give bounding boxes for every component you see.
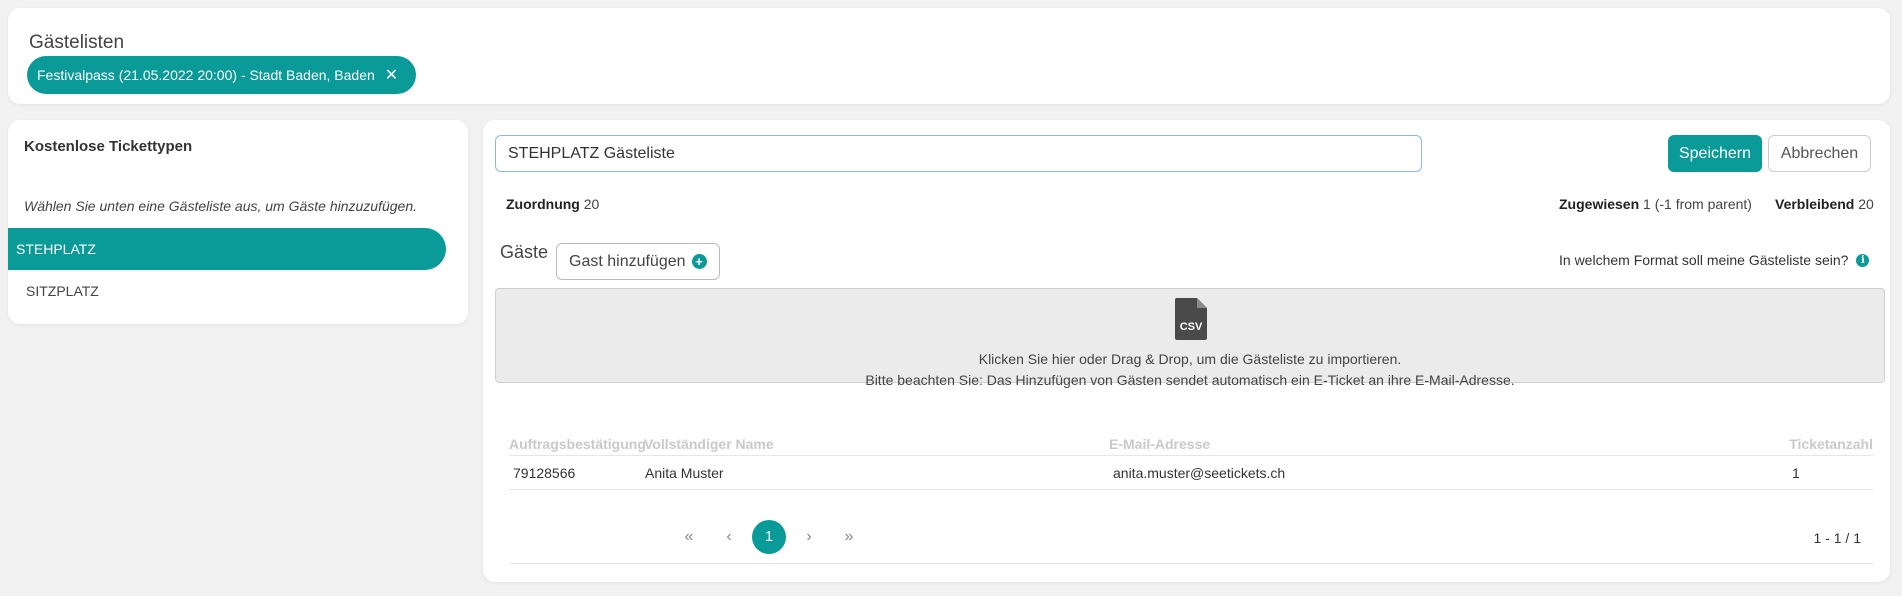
ticket-type-list: STEHPLATZ SITZPLATZ	[8, 228, 446, 312]
dropzone-instruction: Klicken Sie hier oder Drag & Drop, um di…	[978, 351, 1402, 367]
plus-circle-icon: +	[691, 254, 707, 269]
csv-dropzone[interactable]: CSV Klicken Sie hier oder Drag & Drop, u…	[495, 288, 1885, 388]
column-header-ticket-count[interactable]: Ticketanzahl	[1789, 436, 1873, 452]
close-icon[interactable]: ✕	[385, 65, 398, 85]
remaining-label: Verbleibend	[1775, 196, 1855, 212]
guest-table: Auftragsbestätigung Vollständiger Name E…	[509, 432, 1873, 490]
format-help-link[interactable]: In welchem Format soll meine Gästeliste …	[1559, 252, 1870, 268]
guests-heading: Gäste	[500, 242, 549, 262]
guest-list-editor: Speichern Abbrechen Zuordnung 20 Zugewie…	[483, 120, 1890, 582]
allocation-value: 20	[583, 196, 600, 212]
column-header-order[interactable]: Auftragsbestätigung	[509, 436, 646, 452]
table-header-row: Auftragsbestätigung Vollständiger Name E…	[509, 432, 1873, 456]
allocation-stat: Zuordnung 20	[506, 196, 599, 212]
event-filter-chip[interactable]: Festivalpass (21.05.2022 20:00) - Stadt …	[27, 56, 417, 94]
csv-file-icon: CSV	[1175, 298, 1207, 340]
cell-full-name: Anita Muster	[645, 464, 724, 481]
cell-order-number: 79128566	[513, 464, 576, 481]
cell-email: anita.muster@seetickets.ch	[1113, 464, 1286, 481]
cell-ticket-count: 1	[1792, 464, 1800, 481]
header-card: Gästelisten Festivalpass (21.05.2022 20:…	[8, 8, 1890, 104]
list-name-input[interactable]	[495, 135, 1422, 172]
column-header-email[interactable]: E-Mail-Adresse	[1109, 436, 1210, 452]
assigned-value: 1 (-1 from parent)	[1643, 196, 1752, 212]
csv-icon-label: CSV	[1180, 321, 1203, 333]
remaining-stat: Verbleibend 20	[1775, 196, 1874, 212]
assigned-stat: Zugewiesen 1 (-1 from parent)	[1559, 196, 1752, 212]
dropzone-notice: Bitte beachten Sie: Das Hinzufügen von G…	[865, 372, 1515, 388]
previous-page-button[interactable]: ‹	[712, 520, 746, 554]
next-page-button[interactable]: ›	[792, 520, 826, 554]
ticket-types-panel: Kostenlose Tickettypen Wählen Sie unten …	[8, 120, 468, 324]
ticket-type-stehplatz[interactable]: STEHPLATZ	[8, 228, 446, 270]
column-header-name[interactable]: Vollständiger Name	[644, 436, 774, 452]
assigned-label: Zugewiesen	[1559, 196, 1640, 212]
table-row: 79128566 Anita Muster anita.muster@seeti…	[509, 456, 1873, 490]
info-icon: i	[1856, 253, 1870, 267]
last-page-button[interactable]: »	[832, 520, 866, 554]
ticket-types-title: Kostenlose Tickettypen	[24, 138, 193, 155]
add-guest-button[interactable]: Gast hinzufügen +	[556, 243, 720, 280]
page-title: Gästelisten	[29, 32, 125, 53]
cancel-button[interactable]: Abbrechen	[1768, 135, 1871, 172]
add-guest-label: Gast hinzufügen	[569, 252, 686, 270]
pagination-range: 1 - 1 / 1	[1813, 530, 1861, 546]
save-button[interactable]: Speichern	[1668, 135, 1762, 172]
first-page-button[interactable]: «	[672, 520, 706, 554]
pagination: « ‹ 1 › » 1 - 1 / 1	[509, 508, 1873, 564]
ticket-types-hint: Wählen Sie unten eine Gästeliste aus, um…	[24, 198, 418, 214]
format-question-text: In welchem Format soll meine Gästeliste …	[1559, 252, 1849, 268]
remaining-value: 20	[1858, 196, 1874, 212]
ticket-type-sitzplatz[interactable]: SITZPLATZ	[8, 270, 446, 312]
event-chip-label: Festivalpass (21.05.2022 20:00) - Stadt …	[37, 67, 375, 83]
page-1-button[interactable]: 1	[752, 520, 786, 554]
allocation-label: Zuordnung	[506, 196, 580, 212]
